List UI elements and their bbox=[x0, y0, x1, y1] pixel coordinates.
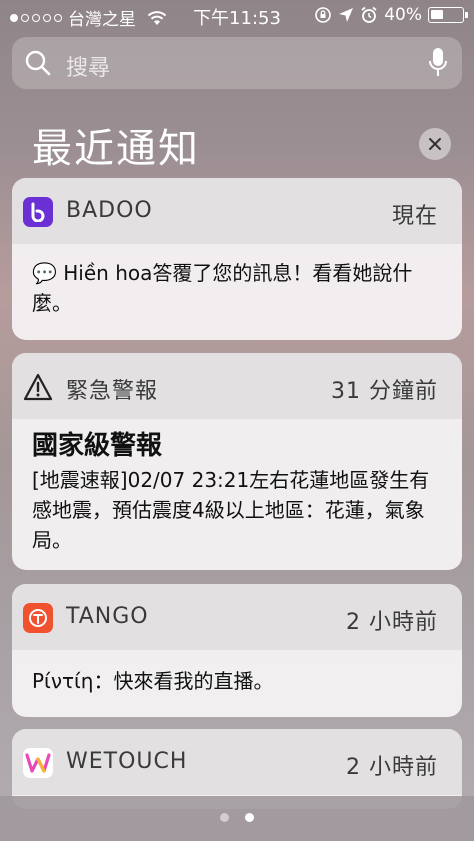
app-name: 緊急警報 bbox=[66, 379, 159, 404]
notification-time: 2 小時前 bbox=[346, 755, 438, 780]
notification-time: 31 分鐘前 bbox=[331, 379, 438, 404]
notification-header: BADOO 現在 bbox=[12, 178, 462, 244]
search-icon bbox=[25, 50, 51, 76]
warning-icon bbox=[23, 372, 53, 402]
search-input[interactable]: 搜尋 bbox=[12, 37, 462, 89]
notification-header: WETOUCH 2 小時前 bbox=[12, 729, 462, 795]
microphone-icon[interactable] bbox=[428, 47, 448, 79]
notification-content: 國家級警報 [地震速報]02/07 23:21左右花蓮地區發生有感地震，預估震度… bbox=[12, 419, 462, 570]
clear-notifications-button[interactable] bbox=[419, 128, 451, 160]
page-dot[interactable] bbox=[220, 813, 229, 822]
app-name: WETOUCH bbox=[66, 749, 188, 774]
notification-card-badoo[interactable]: BADOO 現在 💬 Hiền hoa答覆了您的訊息！看看她說什麼。 bbox=[12, 178, 462, 340]
notification-body: Ρίντίη：快來看我的直播。 bbox=[32, 669, 274, 693]
close-icon bbox=[429, 138, 441, 150]
page-dot-active[interactable] bbox=[245, 813, 254, 822]
tango-icon bbox=[23, 603, 53, 633]
notification-time: 現在 bbox=[391, 204, 438, 229]
page-indicator[interactable] bbox=[0, 813, 474, 822]
search-placeholder: 搜尋 bbox=[66, 56, 111, 81]
app-name: BADOO bbox=[66, 198, 153, 223]
notification-body: [地震速報]02/07 23:21左右花蓮地區發生有感地震，預估震度4級以上地區… bbox=[32, 468, 430, 552]
notification-body: 💬 Hiền hoa答覆了您的訊息！看看她說什麼。 bbox=[32, 261, 413, 315]
notification-time: 2 小時前 bbox=[346, 610, 438, 635]
battery-percent: 40% bbox=[384, 5, 422, 25]
app-name: TANGO bbox=[66, 604, 149, 629]
notification-header: 緊急警報 31 分鐘前 bbox=[12, 353, 462, 419]
rotation-lock-icon bbox=[315, 7, 332, 23]
battery-icon bbox=[428, 7, 468, 23]
status-right: 40% bbox=[314, 5, 468, 25]
status-bar: 台灣之星 下午11:53 40% bbox=[0, 0, 474, 32]
wetouch-icon bbox=[23, 748, 53, 778]
alarm-icon bbox=[361, 6, 377, 23]
notification-card-emergency-alert[interactable]: 緊急警報 31 分鐘前 國家級警報 [地震速報]02/07 23:21左右花蓮地… bbox=[12, 353, 462, 570]
notification-card-tango[interactable]: TANGO 2 小時前 Ρίντίη：快來看我的直播。 bbox=[12, 584, 462, 717]
section-title: 最近通知 bbox=[32, 126, 200, 172]
location-icon bbox=[339, 8, 354, 22]
notification-header: TANGO 2 小時前 bbox=[12, 584, 462, 650]
badoo-icon bbox=[23, 197, 53, 227]
notification-title: 國家級警報 bbox=[32, 431, 163, 461]
